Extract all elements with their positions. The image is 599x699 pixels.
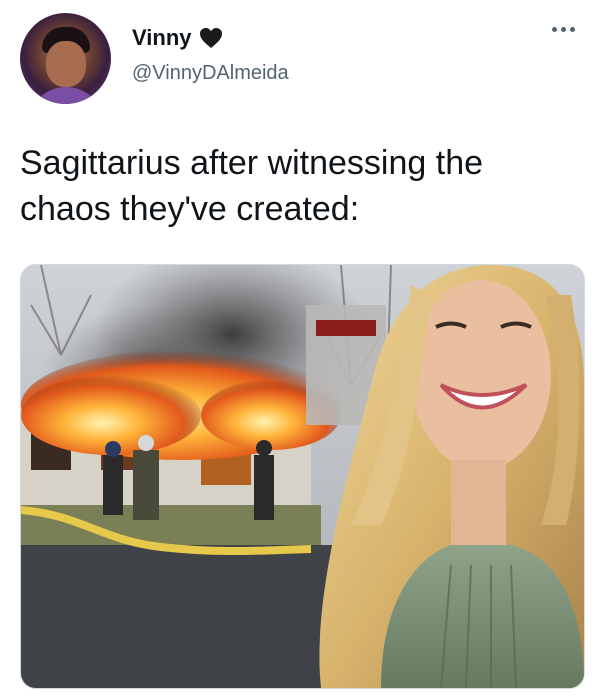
author-name-row[interactable]: Vinny (132, 24, 223, 52)
tweet-image[interactable] (20, 264, 585, 689)
more-options-icon[interactable] (549, 22, 577, 36)
display-name[interactable]: Vinny (132, 25, 192, 51)
tweet-text: Sagittarius after witnessing the chaos t… (20, 144, 484, 228)
black-heart-icon (199, 28, 222, 48)
avatar[interactable] (20, 13, 111, 104)
meme-photo (21, 265, 584, 688)
user-handle[interactable]: @VinnyDAlmeida (132, 62, 289, 85)
